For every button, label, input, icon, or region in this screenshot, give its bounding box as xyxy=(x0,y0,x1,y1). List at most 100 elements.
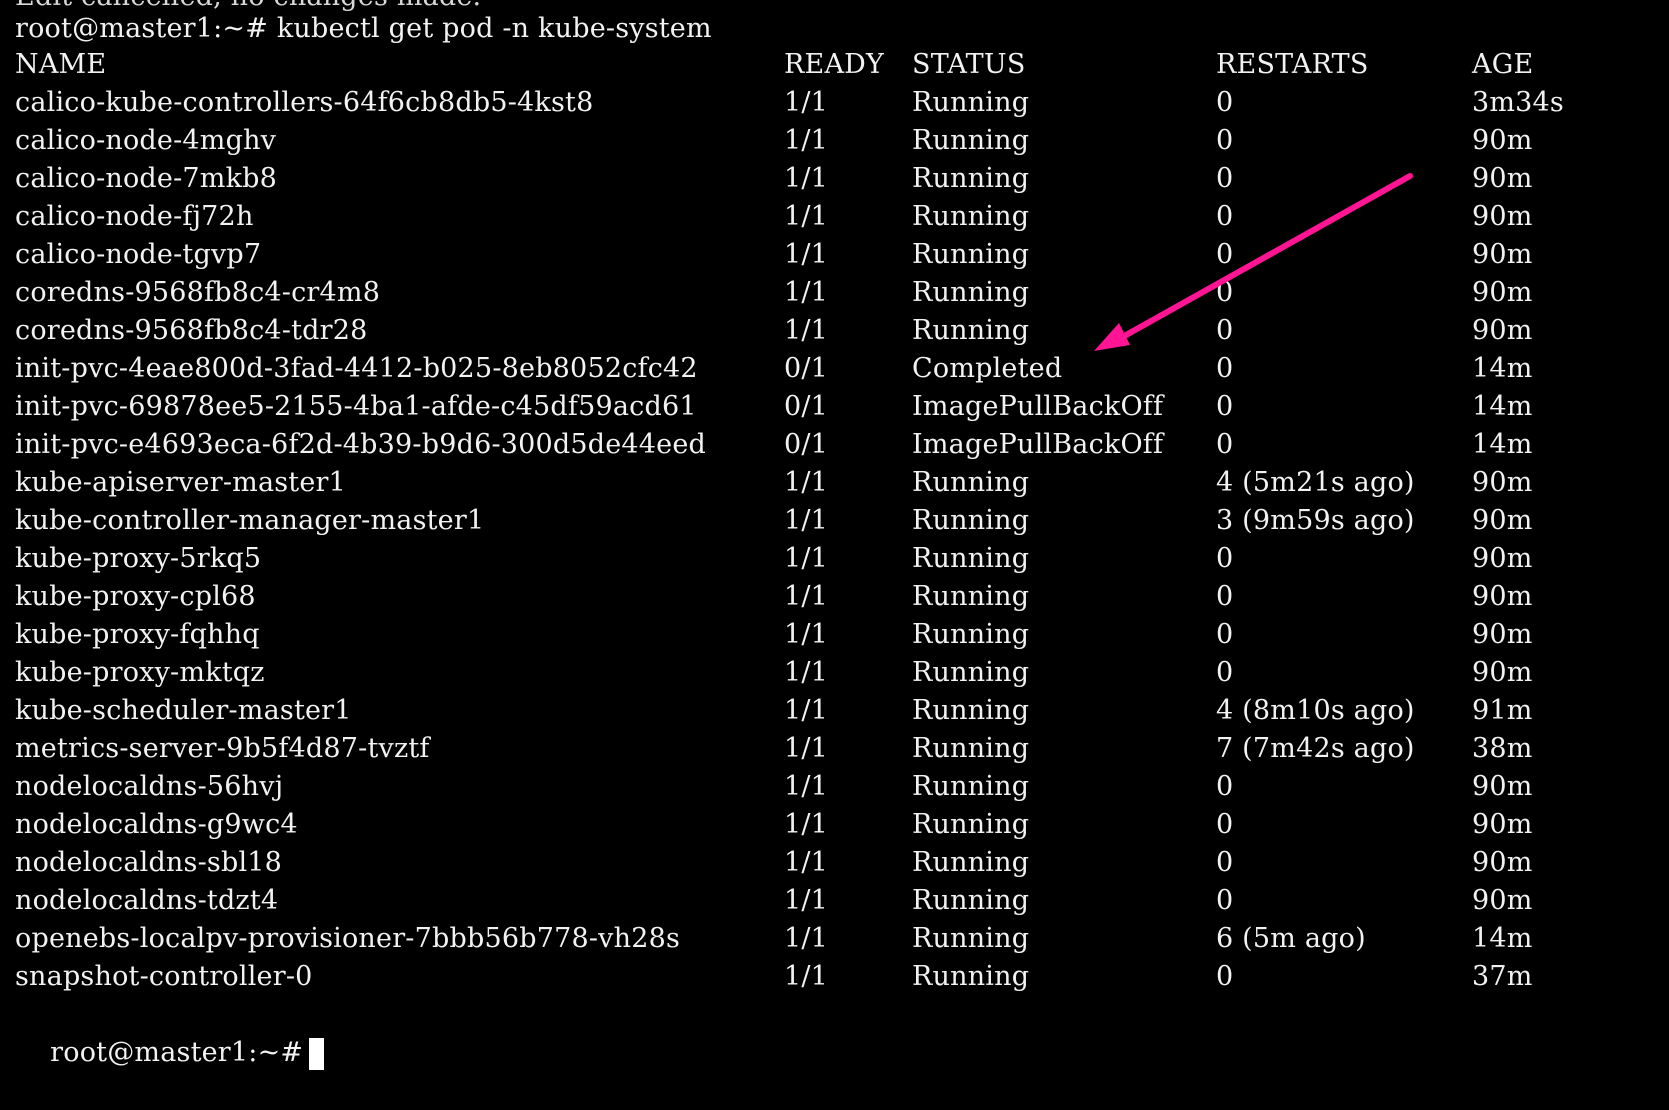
final-prompt-text: root@master1:~# xyxy=(50,1037,304,1068)
pod-ready: 1/1 xyxy=(784,505,829,536)
pod-restarts: 0 xyxy=(1216,353,1234,384)
pod-age: 90m xyxy=(1472,125,1533,156)
pod-age: 90m xyxy=(1472,809,1533,840)
pod-restarts: 0 xyxy=(1216,885,1234,916)
pod-name: kube-proxy-fqhhq xyxy=(15,619,260,650)
pod-restarts: 0 xyxy=(1216,163,1234,194)
pod-restarts: 0 xyxy=(1216,391,1234,422)
pod-name: openebs-localpv-provisioner-7bbb56b778-v… xyxy=(15,923,681,954)
pod-status: Running xyxy=(912,581,1030,612)
pod-ready: 0/1 xyxy=(784,353,829,384)
pod-restarts: 4 (5m21s ago) xyxy=(1216,467,1415,498)
pod-ready: 1/1 xyxy=(784,581,829,612)
pod-restarts: 0 xyxy=(1216,239,1234,270)
pod-ready: 1/1 xyxy=(784,733,829,764)
header-name: NAME xyxy=(15,49,107,80)
pod-status: Running xyxy=(912,87,1030,118)
pod-restarts: 0 xyxy=(1216,847,1234,878)
pod-ready: 1/1 xyxy=(784,467,829,498)
pod-name: kube-proxy-5rkq5 xyxy=(15,543,262,574)
terminal-window[interactable]: Edit cancelled, no changes made. root@ma… xyxy=(0,0,1669,1070)
pod-name: nodelocaldns-sbl18 xyxy=(15,847,283,878)
pod-age: 90m xyxy=(1472,201,1533,232)
header-status: STATUS xyxy=(912,49,1026,80)
pod-status: Running xyxy=(912,239,1030,270)
pod-age: 90m xyxy=(1472,771,1533,802)
pod-ready: 1/1 xyxy=(784,87,829,118)
pod-age: 90m xyxy=(1472,885,1533,916)
pod-name: kube-proxy-mktqz xyxy=(15,657,265,688)
pod-ready: 0/1 xyxy=(784,429,829,460)
pod-status: Running xyxy=(912,923,1030,954)
pod-ready: 1/1 xyxy=(784,809,829,840)
final-prompt-line[interactable]: root@master1:~# xyxy=(15,996,325,1070)
header-restarts: RESTARTS xyxy=(1216,49,1369,80)
pod-name: kube-scheduler-master1 xyxy=(15,695,352,726)
pod-name: calico-node-7mkb8 xyxy=(15,163,278,194)
pod-age: 14m xyxy=(1472,429,1533,460)
pod-status: Running xyxy=(912,657,1030,688)
pod-status: Running xyxy=(912,733,1030,764)
pod-restarts: 0 xyxy=(1216,315,1234,346)
pod-ready: 1/1 xyxy=(784,619,829,650)
pod-restarts: 4 (8m10s ago) xyxy=(1216,695,1415,726)
pod-ready: 1/1 xyxy=(784,125,829,156)
pod-status: Running xyxy=(912,201,1030,232)
pod-age: 90m xyxy=(1472,847,1533,878)
header-ready: READY xyxy=(784,49,885,80)
pod-ready: 1/1 xyxy=(784,923,829,954)
header-age: AGE xyxy=(1472,49,1534,80)
pod-name: snapshot-controller-0 xyxy=(15,961,313,992)
pod-age: 14m xyxy=(1472,923,1533,954)
pod-restarts: 0 xyxy=(1216,657,1234,688)
pod-status: Running xyxy=(912,125,1030,156)
pod-ready: 1/1 xyxy=(784,163,829,194)
pod-restarts: 0 xyxy=(1216,771,1234,802)
pod-name: kube-apiserver-master1 xyxy=(15,467,347,498)
pod-age: 90m xyxy=(1472,467,1533,498)
pod-name: init-pvc-69878ee5-2155-4ba1-afde-c45df59… xyxy=(15,391,697,422)
pod-name: nodelocaldns-tdzt4 xyxy=(15,885,279,916)
pod-age: 90m xyxy=(1472,619,1533,650)
pod-name: calico-node-4mghv xyxy=(15,125,277,156)
pod-ready: 1/1 xyxy=(784,695,829,726)
pod-ready: 1/1 xyxy=(784,315,829,346)
pod-restarts: 3 (9m59s ago) xyxy=(1216,505,1415,536)
table-header-row: NAME READY STATUS RESTARTS AGE xyxy=(15,46,1533,84)
pod-restarts: 0 xyxy=(1216,429,1234,460)
pod-status: Running xyxy=(912,695,1030,726)
pod-name: coredns-9568fb8c4-tdr28 xyxy=(15,315,368,346)
arrow-head xyxy=(1094,323,1130,351)
pod-age: 90m xyxy=(1472,543,1533,574)
pod-age: 90m xyxy=(1472,505,1533,536)
pod-age: 37m xyxy=(1472,961,1533,992)
pod-ready: 0/1 xyxy=(784,391,829,422)
pod-status: Running xyxy=(912,961,1030,992)
pod-status: Running xyxy=(912,543,1030,574)
pod-restarts: 0 xyxy=(1216,125,1234,156)
pod-status: Running xyxy=(912,315,1030,346)
pod-ready: 1/1 xyxy=(784,277,829,308)
pod-status: Running xyxy=(912,467,1030,498)
pod-restarts: 0 xyxy=(1216,619,1234,650)
pod-restarts: 7 (7m42s ago) xyxy=(1216,733,1415,764)
cursor-block xyxy=(309,1037,325,1070)
pod-age: 38m xyxy=(1472,733,1533,764)
pod-age: 90m xyxy=(1472,581,1533,612)
pod-ready: 1/1 xyxy=(784,201,829,232)
pod-age: 14m xyxy=(1472,353,1533,384)
pod-name: metrics-server-9b5f4d87-tvztf xyxy=(15,733,430,764)
pod-age: 90m xyxy=(1472,277,1533,308)
pod-name: kube-proxy-cpl68 xyxy=(15,581,256,612)
pod-status: Running xyxy=(912,847,1030,878)
pod-age: 14m xyxy=(1472,391,1533,422)
pod-restarts: 0 xyxy=(1216,201,1234,232)
pod-status: Running xyxy=(912,619,1030,650)
pod-age: 90m xyxy=(1472,239,1533,270)
pod-name: init-pvc-4eae800d-3fad-4412-b025-8eb8052… xyxy=(15,353,698,384)
pod-ready: 1/1 xyxy=(784,771,829,802)
pod-status: Running xyxy=(912,505,1030,536)
pod-name: calico-node-tgvp7 xyxy=(15,239,262,270)
pod-restarts: 0 xyxy=(1216,961,1234,992)
pod-status: ImagePullBackOff xyxy=(912,391,1164,422)
